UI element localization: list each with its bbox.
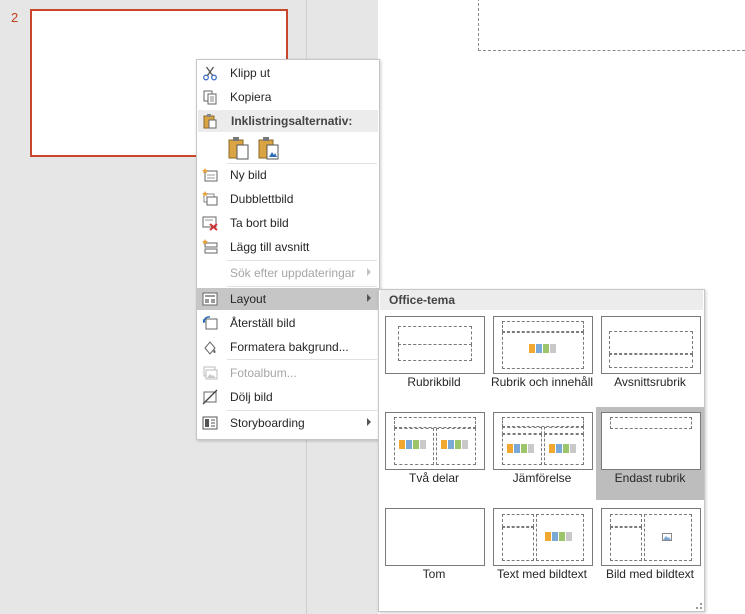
layout-rubrikbild[interactable]: Rubrikbild bbox=[380, 311, 488, 404]
layout-label: Tom bbox=[422, 567, 446, 581]
menu-separator bbox=[227, 260, 377, 261]
layout-thumbnail bbox=[493, 508, 593, 566]
menu-item-check-updates[interactable]: Sök efter uppdateringar bbox=[197, 262, 379, 284]
picture-placeholder-icon bbox=[662, 533, 672, 541]
menu-item-new-slide[interactable]: Ny bild bbox=[197, 164, 379, 186]
layout-label: Två delar bbox=[408, 471, 460, 485]
layout-thumbnail bbox=[493, 412, 593, 470]
menu-item-delete-slide[interactable]: Ta bort bild bbox=[197, 212, 379, 234]
layout-text-med-bildtext[interactable]: Text med bildtext bbox=[488, 503, 596, 596]
menu-label: Fotoalbum... bbox=[230, 366, 297, 380]
layout-thumbnail bbox=[385, 316, 485, 374]
content-placeholder-icon bbox=[399, 440, 426, 449]
menu-label: Formatera bakgrund... bbox=[230, 340, 349, 354]
add-section-icon bbox=[202, 239, 218, 254]
content-placeholder-icon bbox=[545, 532, 572, 541]
layout-tva-delar[interactable]: Två delar bbox=[380, 407, 488, 500]
storyboarding-icon bbox=[202, 416, 218, 430]
menu-separator bbox=[227, 286, 377, 287]
menu-separator bbox=[227, 359, 377, 360]
menu-label: Lägg till avsnitt bbox=[230, 240, 310, 254]
paste-picture-button[interactable] bbox=[258, 136, 280, 160]
layout-jamforelse[interactable]: Jämförelse bbox=[488, 407, 596, 500]
menu-item-add-section[interactable]: Lägg till avsnitt bbox=[197, 236, 379, 258]
content-placeholder-icon bbox=[529, 344, 556, 353]
scissors-icon bbox=[203, 66, 217, 81]
layout-avsnittsrubrik[interactable]: Avsnittsrubrik bbox=[596, 311, 704, 404]
menu-label: Ny bild bbox=[230, 168, 267, 182]
submenu-arrow-icon bbox=[367, 418, 371, 426]
menu-label: Kopiera bbox=[230, 90, 272, 104]
layout-thumbnail bbox=[601, 508, 701, 566]
layout-label: Endast rubrik bbox=[614, 471, 686, 485]
paste-icon bbox=[203, 114, 217, 129]
hide-slide-icon bbox=[202, 389, 218, 405]
layout-thumbnail bbox=[385, 412, 485, 470]
content-placeholder-icon bbox=[441, 440, 468, 449]
menu-label: Storyboarding bbox=[230, 416, 305, 430]
menu-item-photo-album[interactable]: Fotoalbum... bbox=[197, 362, 379, 384]
menu-item-cut[interactable]: Klipp ut bbox=[197, 62, 379, 84]
layout-thumbnail bbox=[385, 508, 485, 566]
layout-group-title: Office-tema bbox=[389, 293, 456, 307]
submenu-arrow-icon bbox=[367, 294, 371, 302]
paste-keep-source-icon bbox=[228, 137, 249, 160]
check-updates-icon bbox=[202, 265, 218, 281]
paste-options-label: Inklistringsalternativ: bbox=[231, 114, 353, 128]
menu-item-duplicate-slide[interactable]: Dubblettbild bbox=[197, 188, 379, 210]
layout-bild-med-bildtext[interactable]: Bild med bildtext bbox=[596, 503, 704, 596]
menu-item-copy[interactable]: Kopiera bbox=[197, 86, 379, 108]
layout-label: Avsnittsrubrik bbox=[614, 375, 686, 389]
menu-label: Klipp ut bbox=[230, 66, 271, 80]
layout-submenu: Office-tema Rubrikbild Rubrik och innehå… bbox=[378, 289, 705, 612]
menu-label: Dölj bild bbox=[230, 390, 273, 404]
duplicate-slide-icon bbox=[202, 191, 218, 206]
layout-thumbnail bbox=[601, 316, 701, 374]
layout-endast-rubrik[interactable]: Endast rubrik bbox=[596, 407, 704, 500]
menu-label: Återställ bild bbox=[230, 316, 296, 330]
title-placeholder[interactable] bbox=[478, 0, 745, 51]
format-background-icon bbox=[204, 341, 216, 355]
layout-label: Rubrik och innehåll bbox=[490, 375, 594, 389]
layout-thumbnail bbox=[601, 412, 701, 470]
content-placeholder-icon bbox=[507, 444, 534, 453]
menu-item-reset-slide[interactable]: Återställ bild bbox=[197, 312, 379, 334]
menu-item-storyboarding[interactable]: Storyboarding bbox=[197, 412, 379, 434]
resize-grip-icon[interactable] bbox=[696, 603, 702, 609]
menu-label: Ta bort bild bbox=[230, 216, 289, 230]
layout-tom[interactable]: Tom bbox=[380, 503, 488, 596]
menu-item-format-background[interactable]: Formatera bakgrund... bbox=[197, 336, 379, 358]
layout-thumbnail bbox=[493, 316, 593, 374]
reset-slide-icon bbox=[203, 316, 218, 330]
layout-rubrik-och-innehall[interactable]: Rubrik och innehåll bbox=[488, 311, 596, 404]
layout-label: Jämförelse bbox=[512, 471, 572, 485]
menu-separator bbox=[227, 410, 377, 411]
content-placeholder-icon bbox=[549, 444, 576, 453]
menu-item-layout[interactable]: Layout bbox=[197, 288, 379, 310]
layout-label: Text med bildtext bbox=[496, 567, 588, 581]
layout-icon bbox=[202, 292, 218, 306]
layout-label: Bild med bildtext bbox=[605, 567, 695, 581]
menu-label: Layout bbox=[230, 292, 267, 306]
menu-label: Dubblettbild bbox=[230, 192, 294, 206]
slide-number: 2 bbox=[11, 10, 19, 25]
new-slide-icon bbox=[202, 168, 218, 182]
layout-label: Rubrikbild bbox=[407, 375, 461, 389]
delete-slide-icon bbox=[202, 216, 218, 231]
menu-item-hide-slide[interactable]: Dölj bild bbox=[197, 386, 379, 408]
paste-picture-icon bbox=[258, 137, 279, 160]
submenu-arrow-icon bbox=[367, 268, 371, 276]
photo-album-icon bbox=[203, 366, 218, 380]
layout-group-header: Office-tema bbox=[380, 290, 703, 310]
paste-options-header: Inklistringsalternativ: bbox=[198, 110, 378, 132]
context-menu: Klipp ut Kopiera Inklistringsalternativ: bbox=[196, 59, 380, 440]
menu-label: Sök efter uppdateringar bbox=[230, 266, 356, 280]
paste-keep-source-button[interactable] bbox=[228, 136, 250, 160]
copy-icon bbox=[203, 90, 217, 105]
